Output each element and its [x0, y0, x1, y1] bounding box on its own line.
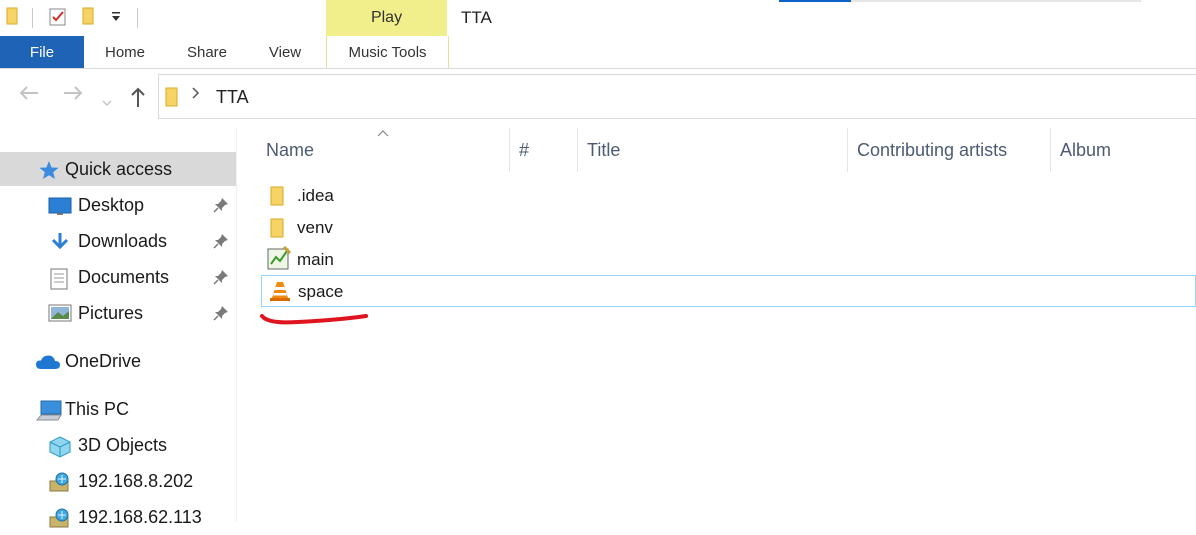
- sidebar-item-label: Pictures: [78, 303, 144, 323]
- column-header-name[interactable]: Name: [266, 140, 314, 161]
- column-divider[interactable]: [509, 128, 510, 172]
- window-title: TTA: [461, 8, 492, 27]
- tab-view[interactable]: View: [254, 36, 316, 68]
- document-icon: [50, 268, 68, 295]
- navigation-pane: Quick access Desktop Downloads Documents: [0, 128, 236, 528]
- column-divider[interactable]: [847, 128, 848, 172]
- folder-icon: [6, 7, 20, 30]
- sidebar-item-label: OneDrive: [65, 351, 142, 371]
- sidebar-item-label: Desktop: [78, 195, 145, 215]
- file-name: .idea: [297, 186, 334, 205]
- sidebar-item-downloads[interactable]: Downloads: [0, 224, 236, 258]
- up-arrow-icon[interactable]: [129, 86, 147, 114]
- sidebar-item-desktop[interactable]: Desktop: [0, 188, 236, 222]
- sidebar-item-this-pc[interactable]: This PC: [0, 392, 236, 426]
- address-bar[interactable]: [158, 74, 1196, 119]
- file-row-main[interactable]: main: [261, 244, 1196, 276]
- vlc-cone-icon: [269, 280, 291, 307]
- sidebar-item-quick-access[interactable]: Quick access: [0, 152, 236, 186]
- sidebar-item-label: Quick access: [65, 159, 173, 179]
- breadcrumb-chevron-icon[interactable]: [190, 84, 200, 105]
- file-name: main: [297, 250, 334, 269]
- breadcrumb-current[interactable]: TTA: [216, 87, 249, 108]
- file-row-idea[interactable]: .idea: [261, 180, 1196, 212]
- back-arrow-icon[interactable]: [18, 84, 40, 108]
- tab-file[interactable]: File: [0, 36, 84, 68]
- sidebar-item-documents[interactable]: Documents: [0, 260, 236, 294]
- sidebar-item-3d-objects[interactable]: 3D Objects: [0, 428, 236, 462]
- python-file-icon: [267, 245, 292, 275]
- pane-divider[interactable]: [236, 128, 237, 522]
- sidebar-item-label: 3D Objects: [78, 435, 168, 455]
- sidebar-item-network-drive[interactable]: 192.168.62.113: [0, 500, 236, 534]
- annotation-underline: [258, 306, 374, 333]
- toolbar-divider: [32, 8, 33, 28]
- sidebar-item-network-drive[interactable]: 192.168.8.202: [0, 464, 236, 498]
- file-row-venv[interactable]: venv: [261, 212, 1196, 244]
- column-header-row: Name # Title Contributing artists Album: [237, 128, 1196, 172]
- download-arrow-icon: [50, 232, 70, 257]
- pin-icon[interactable]: [213, 305, 229, 326]
- toolbar-divider: [137, 8, 138, 28]
- sidebar-item-label: Downloads: [78, 231, 168, 251]
- column-divider[interactable]: [1050, 128, 1051, 172]
- sidebar-item-label: 192.168.62.113: [78, 507, 202, 527]
- sidebar-item-label: Documents: [78, 267, 170, 287]
- folder-icon: [269, 186, 285, 211]
- tab-music-tools[interactable]: Music Tools: [326, 36, 449, 68]
- contextual-tab-group-label: Play: [326, 0, 447, 36]
- recent-locations-chevron-icon[interactable]: [102, 90, 112, 113]
- folder-icon: [165, 87, 179, 112]
- sidebar-item-label: This PC: [65, 399, 130, 419]
- sidebar-item-pictures[interactable]: Pictures: [0, 296, 236, 330]
- column-header-contributing-artists[interactable]: Contributing artists: [857, 140, 1007, 161]
- pin-icon[interactable]: [213, 269, 229, 290]
- computer-icon: [35, 400, 62, 427]
- column-header-track-number[interactable]: #: [519, 140, 529, 161]
- cloud-icon: [35, 354, 61, 375]
- ribbon-tabs: File Home Share View Music Tools: [0, 36, 1196, 69]
- tab-share[interactable]: Share: [176, 36, 238, 68]
- title-bar: Play TTA: [0, 0, 1196, 36]
- window-accent: [779, 0, 851, 2]
- new-folder-icon[interactable]: [82, 7, 96, 30]
- folder-icon: [269, 218, 285, 243]
- customize-quick-access-icon[interactable]: [110, 10, 122, 29]
- column-header-title[interactable]: Title: [587, 140, 620, 161]
- pin-icon[interactable]: [213, 197, 229, 218]
- sidebar-item-onedrive[interactable]: OneDrive: [0, 344, 236, 378]
- sidebar-item-label: 192.168.8.202: [78, 471, 194, 491]
- tab-home[interactable]: Home: [88, 36, 162, 68]
- window-accent-track: [851, 0, 1141, 2]
- file-name: venv: [297, 218, 333, 237]
- column-divider[interactable]: [577, 128, 578, 172]
- network-drive-icon: [49, 472, 71, 499]
- pictures-icon: [48, 304, 72, 327]
- star-icon: [38, 160, 60, 185]
- pin-icon[interactable]: [213, 233, 229, 254]
- file-name: space: [298, 282, 344, 301]
- forward-arrow-icon[interactable]: [62, 84, 84, 108]
- desktop-icon: [48, 196, 72, 221]
- properties-icon[interactable]: [48, 7, 68, 32]
- column-header-album[interactable]: Album: [1060, 140, 1111, 161]
- cube-icon: [49, 436, 71, 463]
- file-row-space[interactable]: space: [261, 275, 1196, 307]
